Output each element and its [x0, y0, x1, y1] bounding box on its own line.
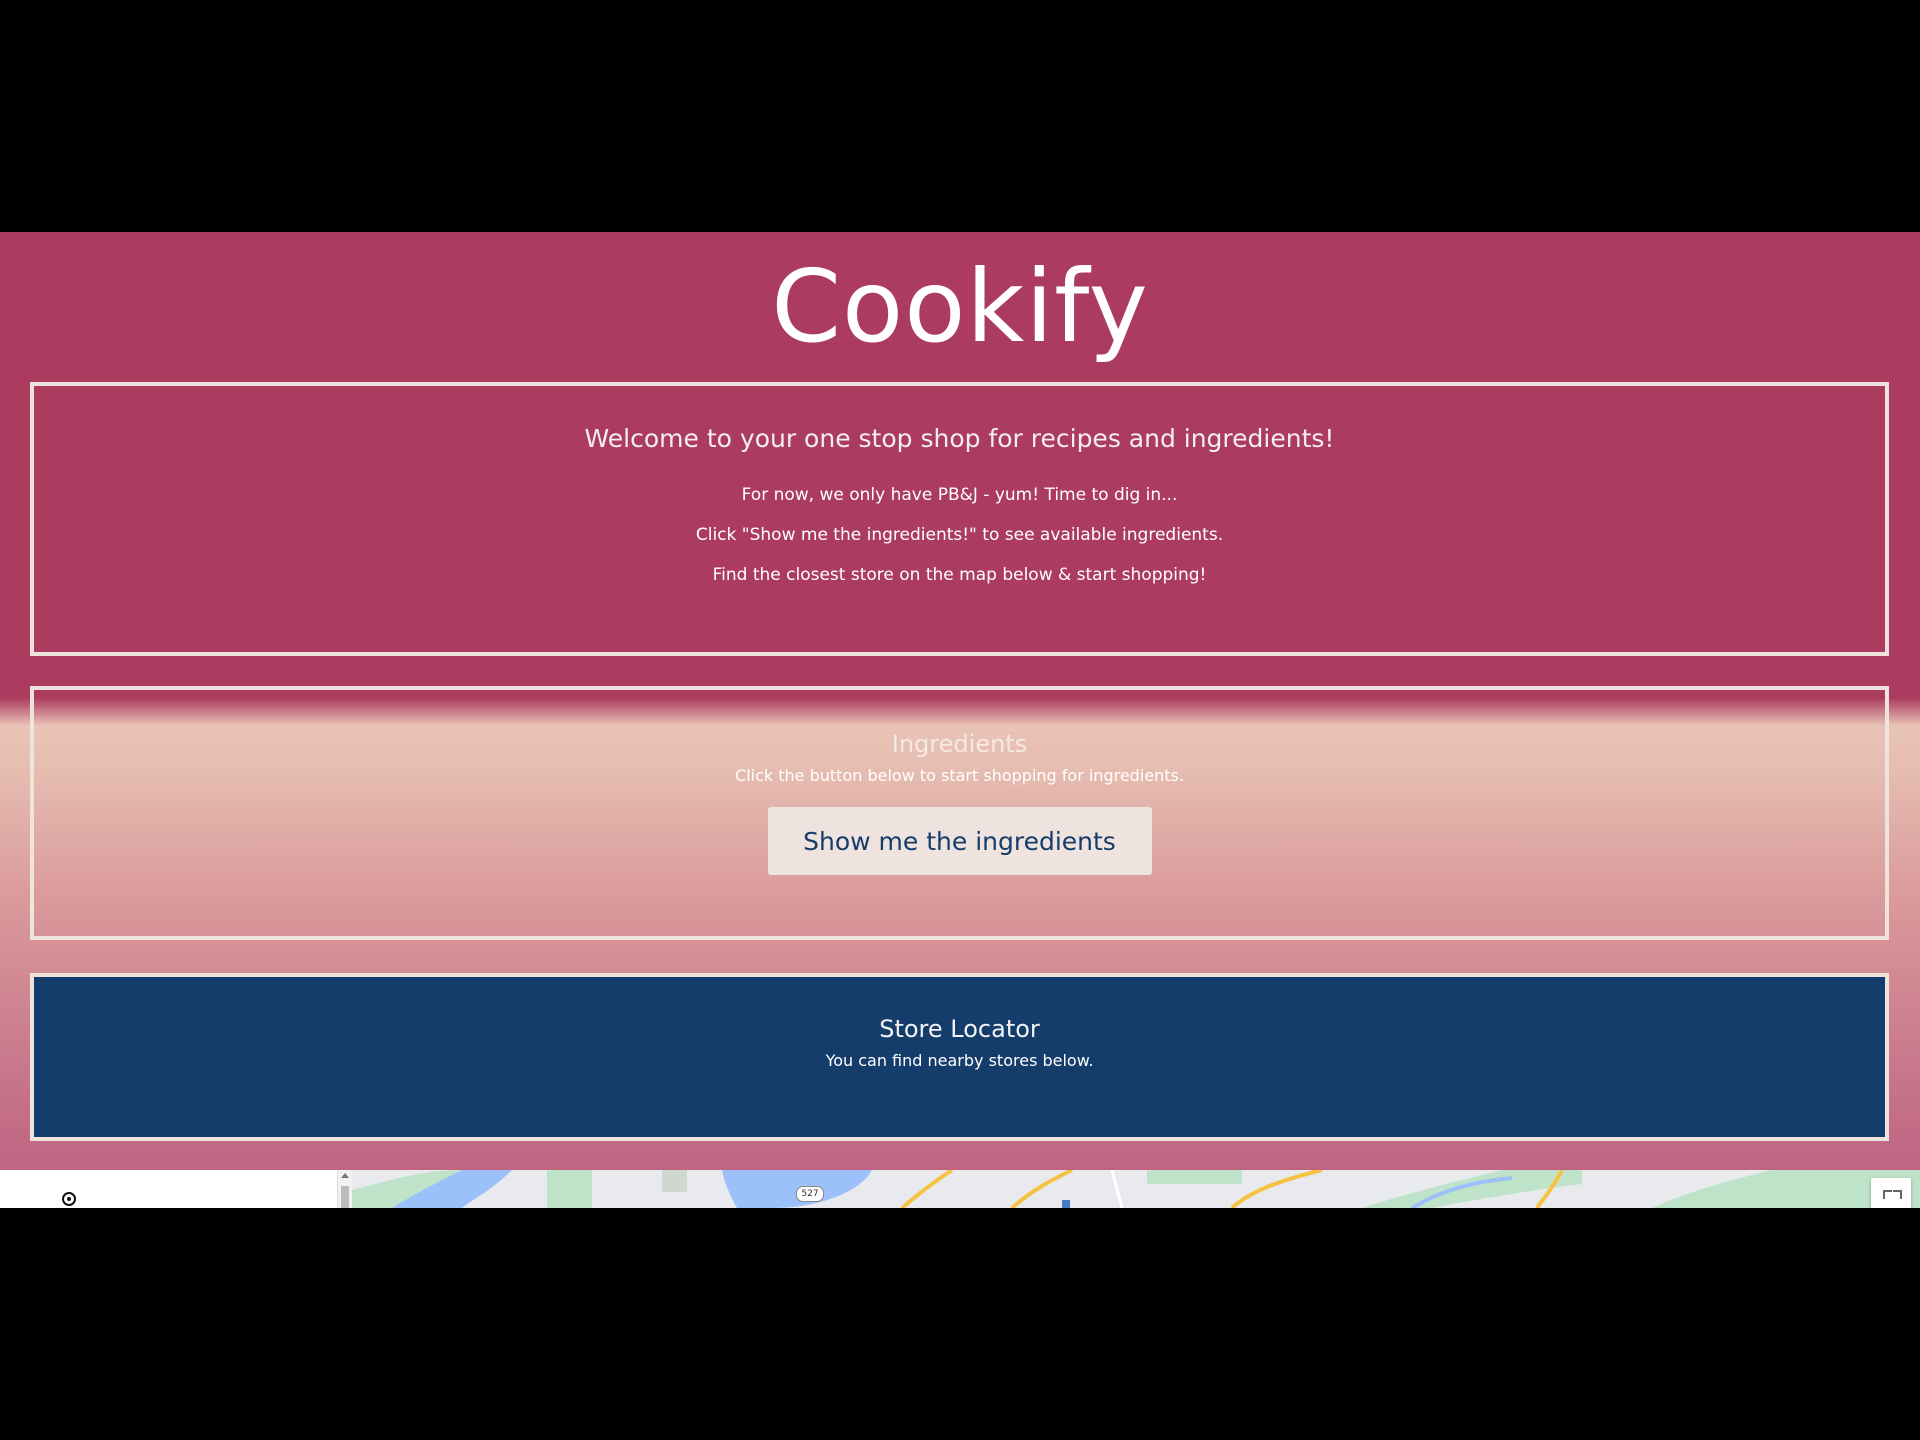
map-marker-icon[interactable]: [1062, 1200, 1070, 1208]
ingredients-panel: Ingredients Click the button below to st…: [30, 686, 1889, 940]
store-map[interactable]: 527: [0, 1170, 1920, 1208]
site-title: Cookify: [771, 248, 1149, 365]
show-ingredients-button[interactable]: Show me the ingredients: [767, 807, 1152, 875]
sidebar-scrollbar[interactable]: [337, 1170, 352, 1208]
ingredients-subtext: Click the button below to start shopping…: [735, 766, 1184, 785]
map-park: [1147, 1170, 1242, 1184]
scroll-up-icon[interactable]: [341, 1173, 349, 1178]
welcome-text: For now, we only have PB&J - yum! Time t…: [34, 475, 1885, 595]
fullscreen-icon: [1883, 1190, 1892, 1199]
welcome-heading: Welcome to your one stop shop for recipe…: [584, 424, 1335, 453]
map-results-sidebar[interactable]: [0, 1170, 337, 1208]
welcome-line: For now, we only have PB&J - yum! Time t…: [741, 485, 1178, 505]
letterbox-top: [0, 0, 1920, 232]
letterbox-bottom: [0, 1208, 1920, 1440]
map-park: [662, 1170, 687, 1192]
ingredients-heading: Ingredients: [891, 730, 1028, 758]
store-locator-panel: Store Locator You can find nearby stores…: [30, 973, 1889, 1141]
route-badge: 527: [796, 1186, 824, 1202]
scrollbar-thumb[interactable]: [341, 1186, 349, 1208]
fullscreen-icon: [1893, 1190, 1902, 1199]
page-viewport: Cookify Welcome to your one stop shop fo…: [0, 232, 1920, 1208]
fullscreen-button[interactable]: [1871, 1178, 1911, 1208]
welcome-panel: Welcome to your one stop shop for recipe…: [30, 382, 1889, 656]
welcome-line: Find the closest store on the map below …: [712, 565, 1207, 585]
my-location-icon[interactable]: [62, 1192, 76, 1206]
map-canvas[interactable]: [352, 1170, 1920, 1208]
map-park: [547, 1170, 592, 1208]
store-locator-heading: Store Locator: [879, 1015, 1040, 1043]
store-locator-subtext: You can find nearby stores below.: [825, 1051, 1094, 1070]
welcome-line: Click "Show me the ingredients!" to see …: [695, 525, 1224, 545]
